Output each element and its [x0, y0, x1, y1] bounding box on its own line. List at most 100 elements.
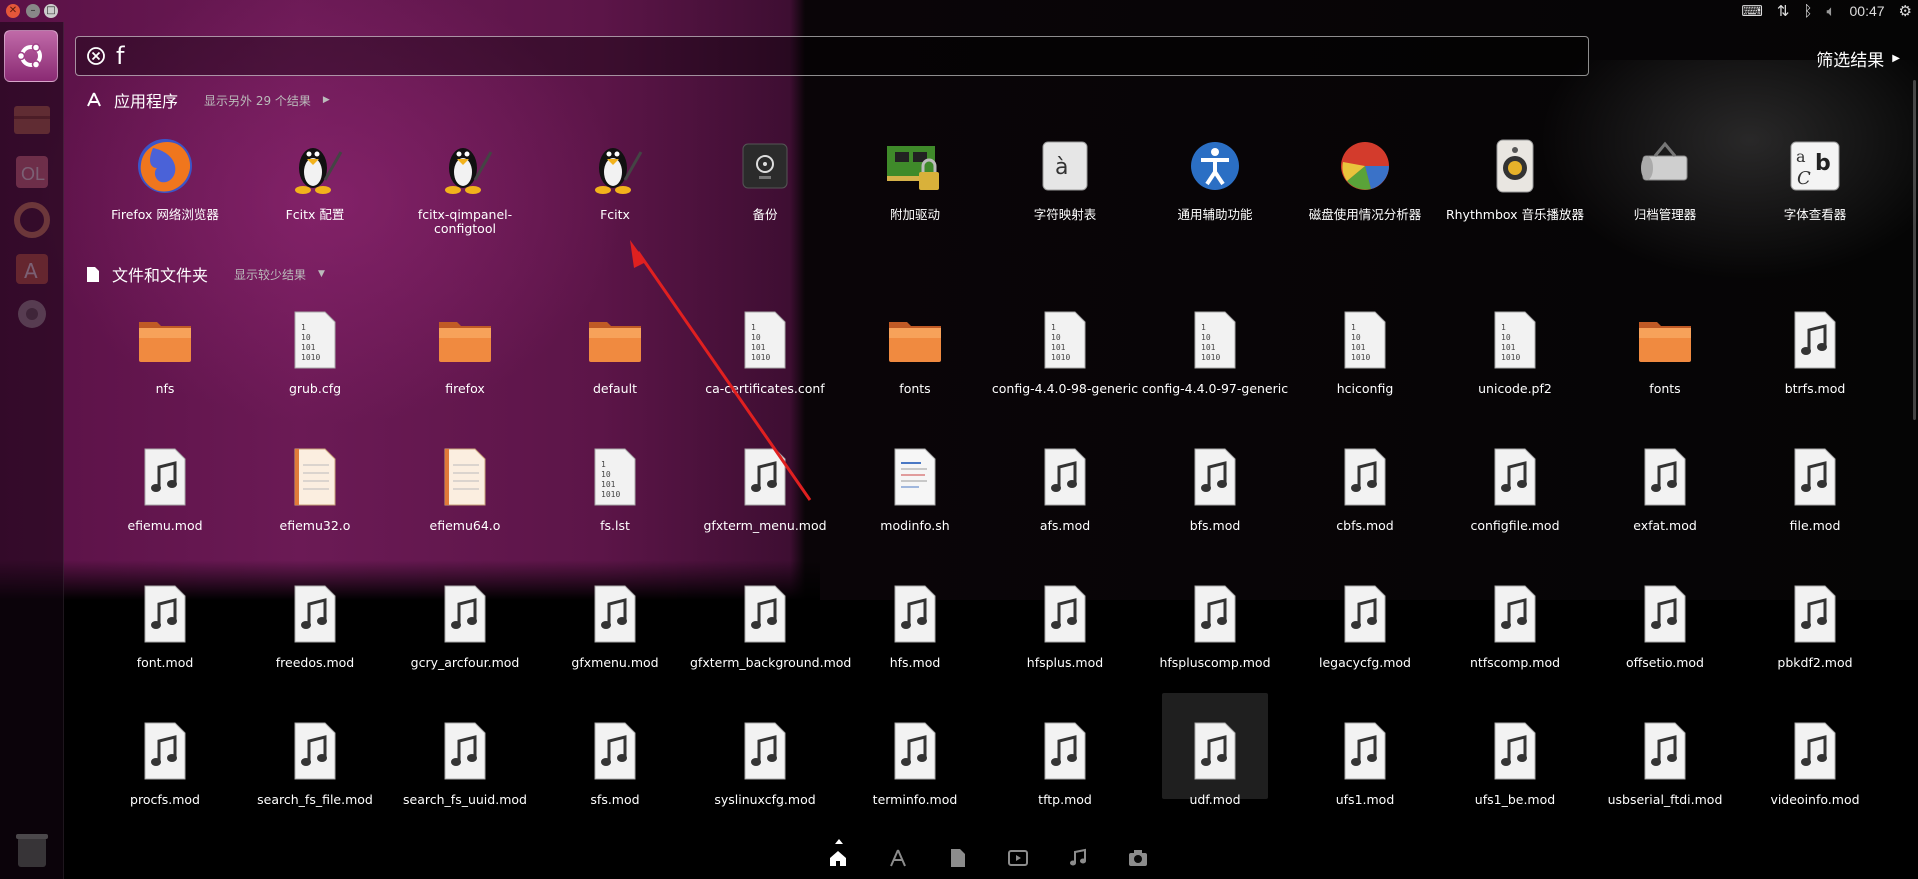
file-result[interactable]: file.mod [1740, 443, 1890, 533]
search-input[interactable] [116, 39, 1516, 73]
result-label: gcry_arcfour.mod [410, 655, 520, 670]
app-result[interactable]: Rhythmbox 音乐播放器 [1440, 132, 1590, 222]
photo-lens-icon[interactable] [1126, 846, 1150, 870]
file-result[interactable]: tftp.mod [990, 717, 1140, 807]
file-result[interactable]: hfspluscomp.mod [1140, 580, 1290, 670]
show-more-apps-link[interactable]: 显示另外 29 个结果 [204, 92, 311, 109]
close-window-button[interactable]: ✕ [6, 4, 20, 18]
app-result[interactable]: 附加驱动 [840, 132, 990, 222]
file-result[interactable]: modinfo.sh [840, 443, 990, 533]
file-result[interactable]: cbfs.mod [1290, 443, 1440, 533]
file-result[interactable]: ufs1_be.mod [1440, 717, 1590, 807]
audio-file-icon [1481, 717, 1549, 785]
result-label: udf.mod [1189, 792, 1241, 807]
file-result[interactable]: procfs.mod [90, 717, 240, 807]
file-result[interactable]: pbkdf2.mod [1740, 580, 1890, 670]
file-result[interactable]: gfxterm_background.mod [690, 580, 851, 670]
file-result[interactable]: hfsplus.mod [990, 580, 1140, 670]
launcher-update-icon[interactable] [8, 196, 56, 244]
chevron-right-icon[interactable]: ▶ [323, 95, 330, 105]
file-result[interactable]: fonts [1590, 306, 1740, 396]
file-result[interactable]: 1 10 101 1010 ca-certificates.conf [690, 306, 840, 396]
app-result[interactable]: Fcitx [540, 132, 690, 222]
file-result[interactable]: ntfscomp.mod [1440, 580, 1590, 670]
volume-muted-icon[interactable]: 🔈︎ [1826, 3, 1835, 20]
video-lens-icon[interactable] [1006, 846, 1030, 870]
file-result[interactable]: 1 10 101 1010 unicode.pf2 [1440, 306, 1590, 396]
file-result[interactable]: search_fs_uuid.mod [390, 717, 540, 807]
app-result[interactable]: Fcitx 配置 [240, 132, 390, 222]
file-result[interactable]: videoinfo.mod [1740, 717, 1890, 807]
launcher-libreoffice-icon[interactable]: OL [8, 148, 56, 196]
file-result[interactable]: efiemu32.o [240, 443, 390, 533]
file-result[interactable]: ufs1.mod [1290, 717, 1440, 807]
file-result[interactable]: gfxterm_menu.mod [690, 443, 840, 533]
file-result[interactable]: terminfo.mod [840, 717, 990, 807]
file-result[interactable]: 1 10 101 1010 config-4.4.0-97-generic [1140, 306, 1290, 396]
file-result[interactable]: legacycfg.mod [1290, 580, 1440, 670]
file-result[interactable]: exfat.mod [1590, 443, 1740, 533]
file-result[interactable]: syslinuxcfg.mod [690, 717, 840, 807]
app-result[interactable]: a b C 字体查看器 [1740, 132, 1890, 222]
app-result[interactable]: à 字符映射表 [990, 132, 1140, 222]
results-scrollbar[interactable] [1913, 80, 1916, 420]
file-result[interactable]: freedos.mod [240, 580, 390, 670]
file-result[interactable]: 1 10 101 1010 grub.cfg [240, 306, 390, 396]
file-result[interactable]: fonts [840, 306, 990, 396]
file-result[interactable]: gfxmenu.mod [540, 580, 690, 670]
trash-icon[interactable] [10, 827, 54, 871]
file-result[interactable]: default [540, 306, 690, 396]
network-icon[interactable]: ⇅ [1777, 2, 1790, 20]
clock[interactable]: 00:47 [1850, 3, 1885, 19]
file-result[interactable]: nfs [90, 306, 240, 396]
app-result[interactable]: 备份 [690, 132, 840, 222]
file-result[interactable]: gcry_arcfour.mod [390, 580, 540, 670]
home-lens-icon[interactable] [826, 846, 850, 870]
file-result[interactable]: usbserial_ftdi.mod [1590, 717, 1740, 807]
app-result[interactable]: fcitx-qimpanel-configtool [390, 132, 540, 236]
maximize-window-button[interactable]: □ [44, 4, 58, 18]
file-result[interactable]: 1 10 101 1010 fs.lst [540, 443, 690, 533]
gear-icon[interactable]: ⚙ [1899, 2, 1912, 20]
app-result[interactable]: 通用辅助功能 [1140, 132, 1290, 222]
file-result[interactable]: hfs.mod [840, 580, 990, 670]
file-result[interactable]: font.mod [90, 580, 240, 670]
file-result[interactable]: btrfs.mod [1740, 306, 1890, 396]
file-result[interactable]: bfs.mod [1140, 443, 1290, 533]
chevron-down-icon[interactable]: ▼ [318, 269, 325, 279]
result-label: sfs.mod [590, 792, 640, 807]
file-result[interactable]: udf.mod [1140, 693, 1290, 807]
file-result[interactable]: 1 10 101 1010 hciconfig [1290, 306, 1440, 396]
minimize-window-button[interactable]: – [26, 4, 40, 18]
app-result[interactable]: 磁盘使用情况分析器 [1290, 132, 1440, 222]
launcher-settings-icon[interactable] [8, 290, 56, 338]
app-result[interactable]: 归档管理器 [1590, 132, 1740, 222]
result-label: terminfo.mod [872, 792, 958, 807]
launcher-software-center-icon[interactable]: A [8, 244, 56, 292]
file-result[interactable]: sfs.mod [540, 717, 690, 807]
music-lens-icon[interactable] [1066, 846, 1090, 870]
file-result[interactable]: afs.mod [990, 443, 1140, 533]
file-result[interactable]: offsetio.mod [1590, 580, 1740, 670]
files-lens-icon[interactable] [946, 846, 970, 870]
file-result[interactable]: configfile.mod [1440, 443, 1590, 533]
app-result[interactable]: Firefox 网络浏览器 [90, 132, 240, 222]
applications-lens-icon[interactable] [886, 846, 910, 870]
bluetooth-icon[interactable]: ᛒ [1803, 3, 1812, 20]
show-fewer-files-link[interactable]: 显示较少结果 [234, 266, 306, 283]
result-label: fcitx-qimpanel-configtool [417, 207, 513, 236]
file-result[interactable]: search_fs_file.mod [240, 717, 390, 807]
keyboard-icon[interactable]: ⌨ [1741, 2, 1763, 20]
audio-file-icon [1331, 580, 1399, 648]
ubuntu-dash-button[interactable] [4, 30, 58, 82]
audio-file-icon [1031, 580, 1099, 648]
launcher-files-icon[interactable] [8, 96, 56, 144]
file-result[interactable]: efiemu.mod [90, 443, 240, 533]
svg-text:1: 1 [1201, 323, 1206, 332]
file-result[interactable]: firefox [390, 306, 540, 396]
file-result[interactable]: efiemu64.o [390, 443, 540, 533]
filter-results-button[interactable]: 筛选结果 ▶ [1816, 46, 1900, 71]
clear-search-icon[interactable] [86, 46, 106, 66]
file-result[interactable]: 1 10 101 1010 config-4.4.0-98-generic [990, 306, 1140, 396]
applications-category-icon [87, 92, 101, 107]
